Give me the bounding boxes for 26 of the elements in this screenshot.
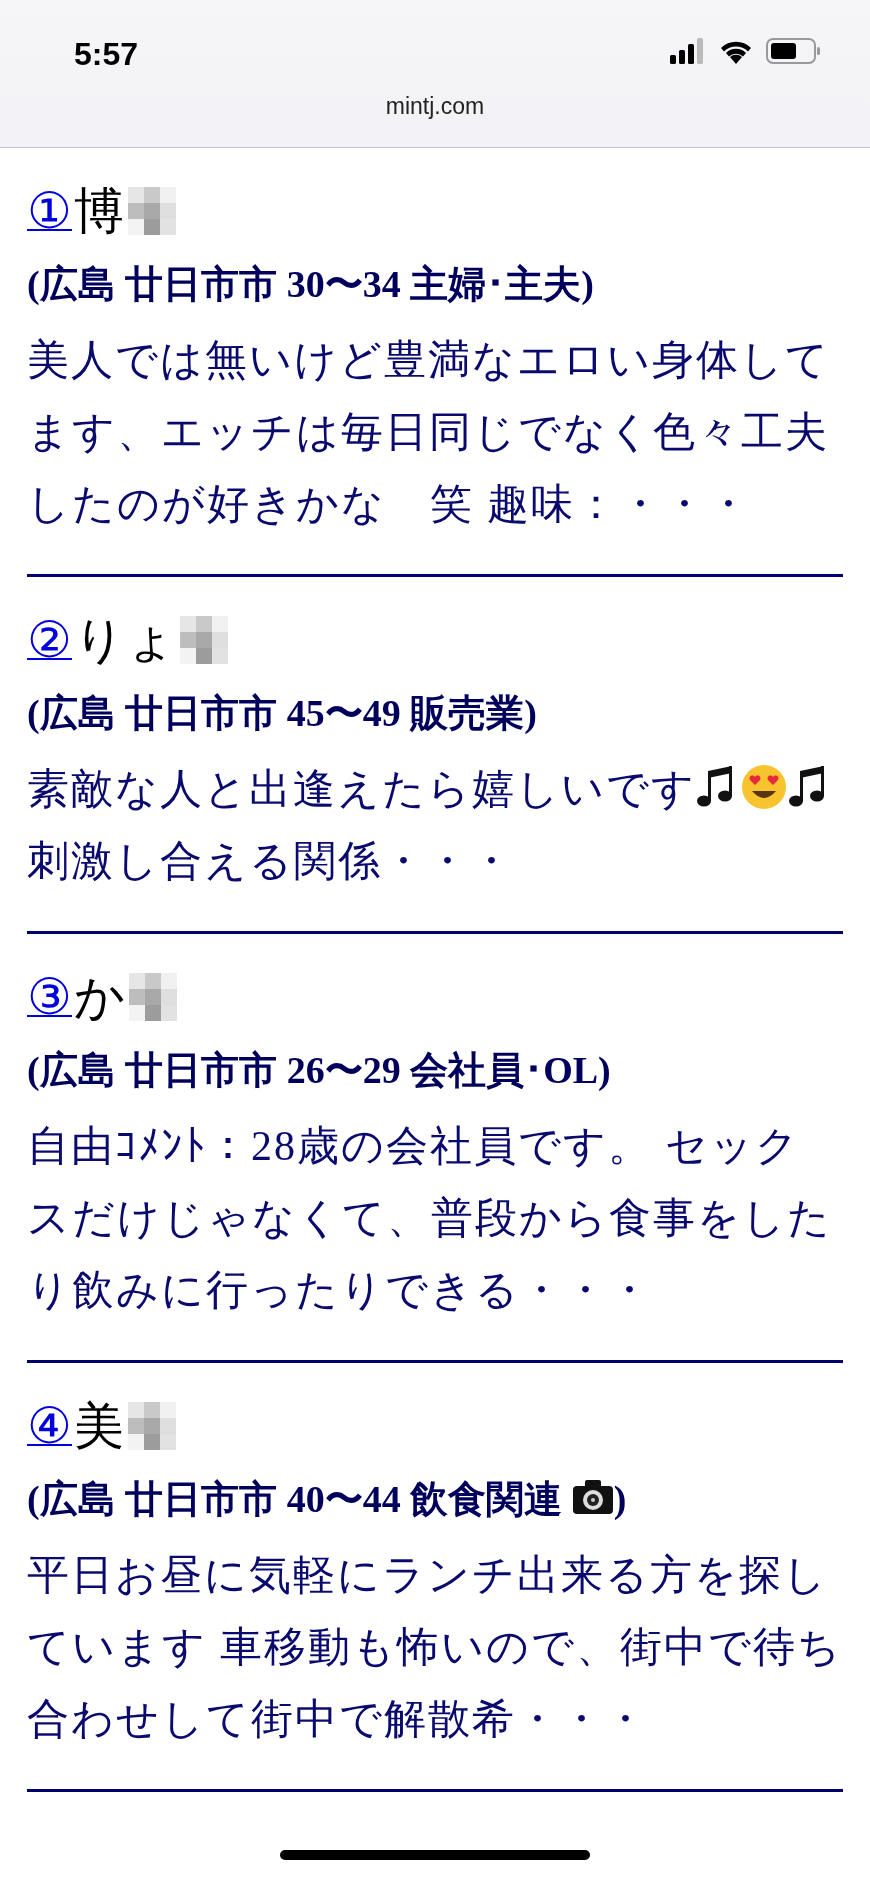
profile-details: (広島 廿日市市 26〜29 会社員･OL) [27,1048,612,1093]
profile-name: 美 [74,1397,124,1456]
battery-icon [766,38,822,64]
profile-details: (広島 廿日市市 40〜44 飲食関連 ) [27,1477,628,1522]
pixelated-mosaic-icon [180,616,228,664]
profile-message: 素敵な人と出逢えたら嬉しいです 刺激し合える関係・・・ [27,753,843,897]
heart-eyes-smiley-icon [740,763,788,811]
status-time: 5:57 [74,36,139,73]
profile-message: 美人では無いけど豊満なエロい身体してます、エッチは毎日同じでなく色々工夫したのが好きかな 笑 趣味：・・・ [27,336,831,529]
profile-name: か [74,968,125,1027]
profile-name: りょ [74,611,176,670]
pixelated-mosaic-icon [128,1402,176,1450]
camera-icon [571,1478,614,1516]
profile-message: 自由ｺﾒﾝﾄ：28歳の会社員です。 セックスだけじゃなくて、普段から食事をしたり飲みに行ったりできる・・・ [27,1122,833,1315]
profile-number-link[interactable]: ④ [27,1391,72,1461]
profile-number-link[interactable]: ② [27,605,72,675]
profile-name: 博 [74,182,124,241]
profile-number-link[interactable]: ① [27,176,72,246]
profile-message: 平日お昼に気軽にランチ出来る方を探しています 車移動も怖いので、街中で待ち合わせして街中で解散希・・・ [27,1551,843,1744]
profile-number-link[interactable]: ③ [27,962,72,1032]
signal-icon [670,38,706,64]
profile-details: (広島 廿日市市 30〜34 主婦･主夫) [27,262,595,307]
address-bar-url[interactable]: mintj.com [385,93,485,120]
pixelated-mosaic-icon [129,973,177,1021]
pixelated-mosaic-icon [128,187,176,235]
profile-details: (広島 廿日市市 45〜49 販売業) [27,691,538,736]
